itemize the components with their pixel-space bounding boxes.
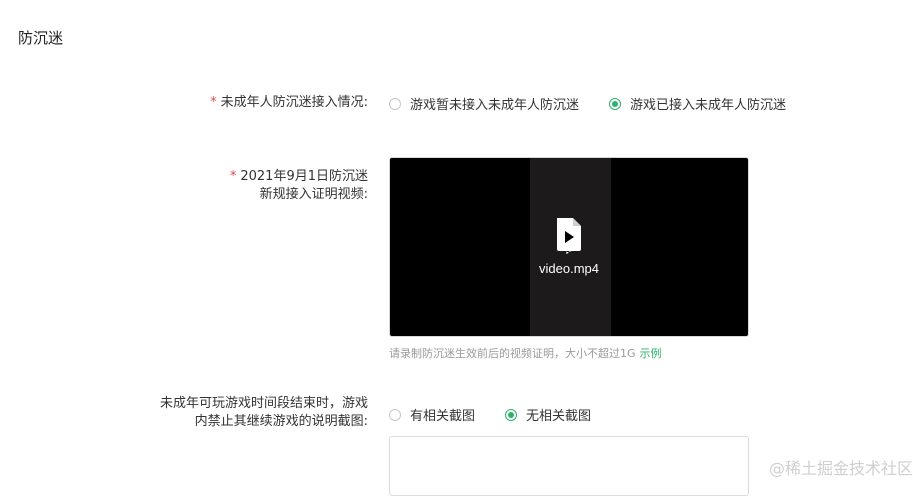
section-title: 防沉迷 — [18, 29, 64, 47]
radio-option-not-integrated[interactable]: 游戏暂未接入未成年人防沉迷 — [389, 94, 579, 113]
radio-option-has-screenshot[interactable]: 有相关截图 — [389, 405, 475, 424]
radio-checked-icon[interactable] — [609, 97, 622, 110]
required-mark: * — [210, 95, 217, 110]
radio-unchecked-icon[interactable] — [389, 408, 401, 421]
proof-video-label: * 2021年9月1日防沉迷 新规接入证明视频: — [230, 168, 368, 204]
video-preview[interactable]: ▸ᐞ video.mp4 — [389, 157, 749, 337]
radio-option-no-screenshot[interactable]: 无相关截图 — [505, 405, 591, 424]
screenshot-label: 未成年可玩游戏时间段结束时，游戏 内禁止其继续游戏的说明截图: — [160, 395, 368, 431]
radio-option-label: 有相关截图 — [410, 409, 476, 424]
watermark: @稀土掘金技术社区 — [768, 459, 913, 478]
example-link[interactable]: 示例 — [640, 347, 662, 360]
minor-integration-radio-group: 游戏暂未接入未成年人防沉迷 游戏已接入未成年人防沉迷 — [389, 94, 816, 113]
minor-integration-label-text: 未成年人防沉迷接入情况: — [220, 95, 368, 110]
proof-video-label-line1: 2021年9月1日防沉迷 — [240, 169, 368, 184]
radio-unchecked-icon[interactable] — [389, 97, 401, 110]
proof-video-label-line2: 新规接入证明视频: — [259, 187, 368, 202]
radio-option-integrated[interactable]: 游戏已接入未成年人防沉迷 — [609, 94, 786, 113]
hint-text: 请录制防沉迷生效前后的视频证明，大小不超过1G — [389, 347, 636, 360]
screenshot-radio-group: 有相关截图 无相关截图 — [389, 405, 621, 424]
video-filename: video.mp4 — [539, 261, 599, 276]
minor-integration-label: * 未成年人防沉迷接入情况: — [210, 94, 368, 112]
radio-option-label: 无相关截图 — [526, 409, 592, 424]
video-file-icon: ▸ᐞ — [557, 218, 581, 254]
required-mark: * — [229, 169, 237, 184]
screenshot-label-line2: 内禁止其继续游戏的说明截图: — [194, 414, 368, 429]
screenshot-upload-box[interactable] — [389, 436, 749, 496]
radio-checked-icon[interactable] — [505, 408, 518, 421]
radio-option-label: 游戏暂未接入未成年人防沉迷 — [410, 98, 580, 113]
radio-option-label: 游戏已接入未成年人防沉迷 — [630, 98, 787, 113]
screenshot-label-line1: 未成年可玩游戏时间段结束时，游戏 — [159, 396, 368, 411]
svg-text:▸ᐞ: ▸ᐞ — [566, 250, 572, 254]
proof-video-hint: 请录制防沉迷生效前后的视频证明，大小不超过1G 示例 — [389, 345, 662, 361]
